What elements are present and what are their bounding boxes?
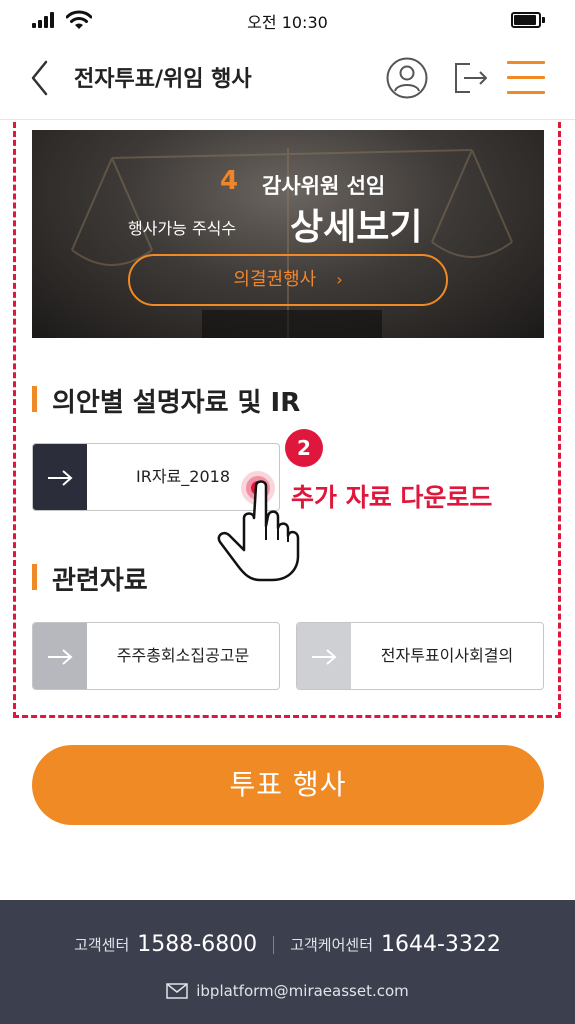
email-link[interactable]: ibplatform@miraeasset.com [196,982,409,1000]
battery-icon [511,12,545,28]
exercisable-shares-label: 행사가능 주식수 [128,219,237,238]
logout-icon [455,63,487,93]
contact-row: 고객센터 1588-6800 고객케어센터 1644-3322 [0,932,575,957]
profile-icon [386,57,428,99]
status-bar: 오전 10:30 [0,0,575,40]
related-file-button-1[interactable]: 주주총회소집공고문 [32,622,280,690]
arrow-right-icon [33,623,87,689]
detail-link[interactable]: 상세보기 [290,198,422,250]
agenda-title: 감사위원 선임 [262,174,386,198]
related-file-label-1: 주주총회소집공고문 [116,646,250,665]
care-center-label: 고객케어센터 [290,936,373,954]
app-header: 전자투표/위임 행사 [0,40,575,120]
exercise-voting-rights-button[interactable]: 의결권행사 › [128,254,448,306]
customer-center-label: 고객센터 [74,936,130,954]
agenda-banner: 4 감사위원 선임 행사가능 주식수 상세보기 의결권행사 › [32,130,544,338]
pointing-hand-icon [217,480,300,582]
footer: 고객센터 1588-6800 고객케어센터 1644-3322 ibplatform@… [0,900,575,1024]
chevron-left-icon [31,60,48,96]
scales-of-justice-image [71,148,513,338]
mail-icon [166,982,188,999]
customer-center-number[interactable]: 1588-6800 [137,932,257,957]
related-file-button-2[interactable]: 전자투표이사회결의 [296,622,544,690]
email-row: ibplatform@miraeasset.com [0,980,575,1000]
related-file-label-2: 전자투표이사회결의 [380,646,514,665]
ir-section-title: 의안별 설명자료 및 IR [32,382,300,419]
agenda-number: 4 [220,166,239,196]
profile-button[interactable] [385,56,429,100]
annotation-text: 추가 자료 다운로드 [291,483,493,512]
arrow-right-icon [33,444,87,510]
arrow-right-icon [297,623,351,689]
exercise-voting-rights-label: 의결권행사 [233,269,317,290]
vote-button[interactable]: 투표 행사 [32,745,544,825]
back-button[interactable] [26,56,56,100]
logout-button[interactable] [452,58,490,98]
page-title: 전자투표/위임 행사 [74,67,252,92]
status-time: 오전 10:30 [247,13,328,32]
step-badge: 2 [285,429,323,467]
divider [273,935,275,954]
related-section-title: 관련자료 [32,560,148,597]
care-center-number[interactable]: 1644-3322 [381,932,501,957]
hamburger-menu-icon[interactable] [507,59,547,95]
chevron-right-icon: › [336,270,343,289]
